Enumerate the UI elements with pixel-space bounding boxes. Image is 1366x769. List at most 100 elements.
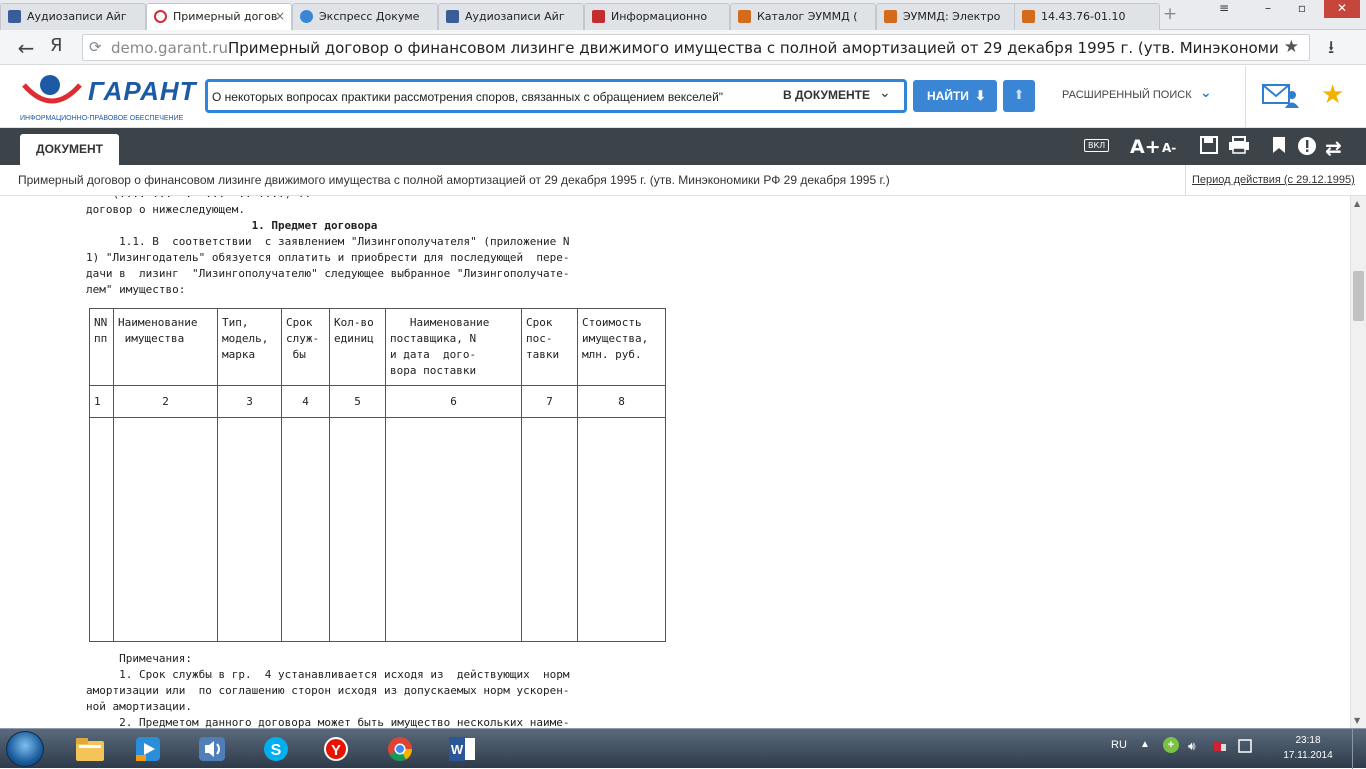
find-previous-button[interactable]: ⬆ <box>1003 80 1035 112</box>
garant-header: ГАРАНТ ИНФОРМАЦИОННО-ПРАВОВОЕ ОБЕСПЕЧЕНИ… <box>0 66 1366 128</box>
search-input[interactable] <box>212 86 756 108</box>
scrollbar-thumb[interactable] <box>1353 271 1364 321</box>
back-icon[interactable]: ← <box>14 36 38 60</box>
table-row: 1 2 3 4 5 6 7 8 <box>89 385 666 418</box>
tab-document[interactable]: ДОКУМЕНТ <box>20 134 119 165</box>
table-header-cell: Тип, модель, марка <box>217 308 282 386</box>
favorites-star-icon[interactable]: ★ <box>1321 80 1344 110</box>
browser-tab[interactable]: Аудиозаписи Айг <box>0 3 146 30</box>
mail-user-icon[interactable] <box>1262 81 1300 109</box>
bookmark-icon[interactable] <box>1272 136 1286 159</box>
browser-tab[interactable]: Экспресс Докуме <box>292 3 438 30</box>
yandex-browser-icon[interactable]: Y <box>308 731 364 767</box>
table-cell <box>113 417 218 642</box>
find-button[interactable]: НАЙТИ ⬇ <box>913 80 997 112</box>
action-center-icon[interactable] <box>1238 739 1252 756</box>
browser-tab-active[interactable]: Примерный догов × <box>146 3 292 31</box>
document-title-bar: Примерный договор о финансовом лизинге д… <box>0 165 1366 196</box>
table-cell: 3 <box>217 385 282 418</box>
system-clock[interactable]: 23:18 17.11.2014 <box>1276 733 1340 763</box>
table-cell: 4 <box>281 385 330 418</box>
swap-arrows-icon[interactable]: ⇄ <box>1325 136 1342 160</box>
refresh-icon[interactable]: ⟳ <box>89 38 102 56</box>
scroll-up-icon[interactable]: ▲ <box>1354 199 1360 208</box>
download-icon[interactable]: ⭳ <box>1328 35 1334 65</box>
find-label: НАЙТИ <box>927 89 969 103</box>
catalog-icon <box>1022 10 1035 23</box>
doc-line: 1.1. В соответствии с заявлением "Лизинг… <box>86 235 570 248</box>
new-tab-button[interactable]: + <box>1160 4 1180 24</box>
font-decrease-icon[interactable]: A- <box>1162 141 1176 155</box>
table-header-cell: Стоимость имущества, млн. руб. <box>577 308 666 386</box>
menu-icon[interactable]: ≡ <box>1210 0 1238 18</box>
word-icon[interactable]: W <box>434 731 490 767</box>
browser-tab[interactable]: Аудиозаписи Айг <box>438 3 584 30</box>
browser-tab-bar: Аудиозаписи Айг Примерный догов × Экспре… <box>0 0 1366 31</box>
start-button[interactable] <box>6 731 44 767</box>
chrome-icon[interactable] <box>372 731 428 767</box>
garant-logo[interactable]: ГАРАНТ ИНФОРМАЦИОННО-ПРАВОВОЕ ОБЕСПЕЧЕНИ… <box>20 71 196 123</box>
chevron-down-icon[interactable]: ⌄ <box>879 85 891 101</box>
search-scope-select[interactable]: В ДОКУМЕНТЕ <box>783 88 870 102</box>
audio-icon <box>446 10 459 23</box>
vertical-scrollbar[interactable]: ▲ ▼ <box>1350 196 1366 728</box>
address-bar: ← Я ⟳ demo.garant.ru Примерный договор о… <box>0 30 1366 65</box>
browser-tab[interactable]: Информационно <box>584 3 730 30</box>
property-table: NN пп Наименование имущества Тип, модель… <box>89 308 666 642</box>
volume-icon[interactable]: 🔊︎ <box>1188 739 1196 754</box>
vkl-toggle-icon[interactable]: ВКЛ <box>1084 139 1110 152</box>
close-icon[interactable]: × <box>275 4 285 29</box>
media-player-icon[interactable] <box>120 731 176 767</box>
doc-line: ной амортизации. <box>86 700 192 713</box>
browser-tab[interactable]: Каталог ЭУММД ( <box>730 3 876 30</box>
period-link[interactable]: Период действия (с 29.12.1995) <box>1185 165 1355 196</box>
table-cell <box>329 417 386 642</box>
table-header-cell: NN пп <box>89 308 114 386</box>
skype-icon[interactable]: S <box>248 731 304 767</box>
close-window-icon[interactable]: ✕ <box>1324 0 1360 18</box>
arrow-down-icon: ⬇ <box>975 88 986 103</box>
windows-taskbar: S Y W RU ▲ + 🔊︎ 23:18 17.11.2014 <box>0 728 1366 769</box>
table-cell <box>89 417 114 642</box>
svg-text:Y: Y <box>331 742 341 759</box>
audio-icon <box>8 10 21 23</box>
double-chevron-down-icon[interactable]: ⌄ <box>1200 85 1212 101</box>
maximize-icon[interactable]: ▫ <box>1288 0 1316 18</box>
explorer-icon[interactable] <box>62 731 118 767</box>
language-indicator[interactable]: RU <box>1111 739 1127 751</box>
clock-time: 23:18 <box>1295 735 1321 746</box>
browser-tab[interactable]: ЭУММД: Электро <box>876 3 1022 30</box>
yandex-icon[interactable]: Я <box>50 35 63 56</box>
table-header-cell: Наименование имущества <box>113 308 218 386</box>
audio-app-icon[interactable] <box>184 731 240 767</box>
doc-line: 1) "Лизингодатель" обязуется оплатить и … <box>86 251 570 264</box>
info-alert-icon[interactable] <box>1297 136 1317 161</box>
catalog-icon <box>884 10 897 23</box>
scroll-down-icon[interactable]: ▼ <box>1354 716 1360 725</box>
font-increase-icon[interactable]: A+ <box>1130 136 1161 158</box>
table-cell <box>217 417 282 642</box>
svg-text:W: W <box>451 742 464 757</box>
minimize-icon[interactable]: – <box>1254 0 1282 18</box>
doc-line: 1. Срок службы в гр. 4 устанавливается и… <box>86 668 570 681</box>
url-field[interactable]: ⟳ demo.garant.ru Примерный договор о фин… <box>82 34 1310 61</box>
svg-text:S: S <box>271 742 282 759</box>
tray-app-icon[interactable]: + <box>1163 737 1179 753</box>
table-header-cell: Наименование поставщика, N и дата дого- … <box>385 308 522 386</box>
tray-expand-icon[interactable]: ▲ <box>1140 739 1150 750</box>
arrow-up-icon: ⬆ <box>1013 88 1025 103</box>
table-header-cell: Кол-во единиц <box>329 308 386 386</box>
bookmark-star-icon[interactable]: ★ <box>1284 37 1299 57</box>
print-icon[interactable] <box>1228 136 1250 159</box>
table-cell: 7 <box>521 385 578 418</box>
save-icon[interactable] <box>1200 136 1218 159</box>
tab-label: Каталог ЭУММД ( <box>757 10 858 23</box>
document-title: Примерный договор о финансовом лизинге д… <box>18 173 890 187</box>
table-header-cell: Срок служ- бы <box>281 308 330 386</box>
network-icon[interactable] <box>1213 739 1227 756</box>
table-cell: 8 <box>577 385 666 418</box>
browser-tab[interactable]: 14.43.76-01.10 <box>1014 3 1160 30</box>
show-desktop-button[interactable] <box>1352 729 1366 769</box>
advanced-search-link[interactable]: РАСШИРЕННЫЙ ПОИСК <box>1062 89 1192 101</box>
doc-line: договор о нижеследующем. <box>86 203 245 216</box>
